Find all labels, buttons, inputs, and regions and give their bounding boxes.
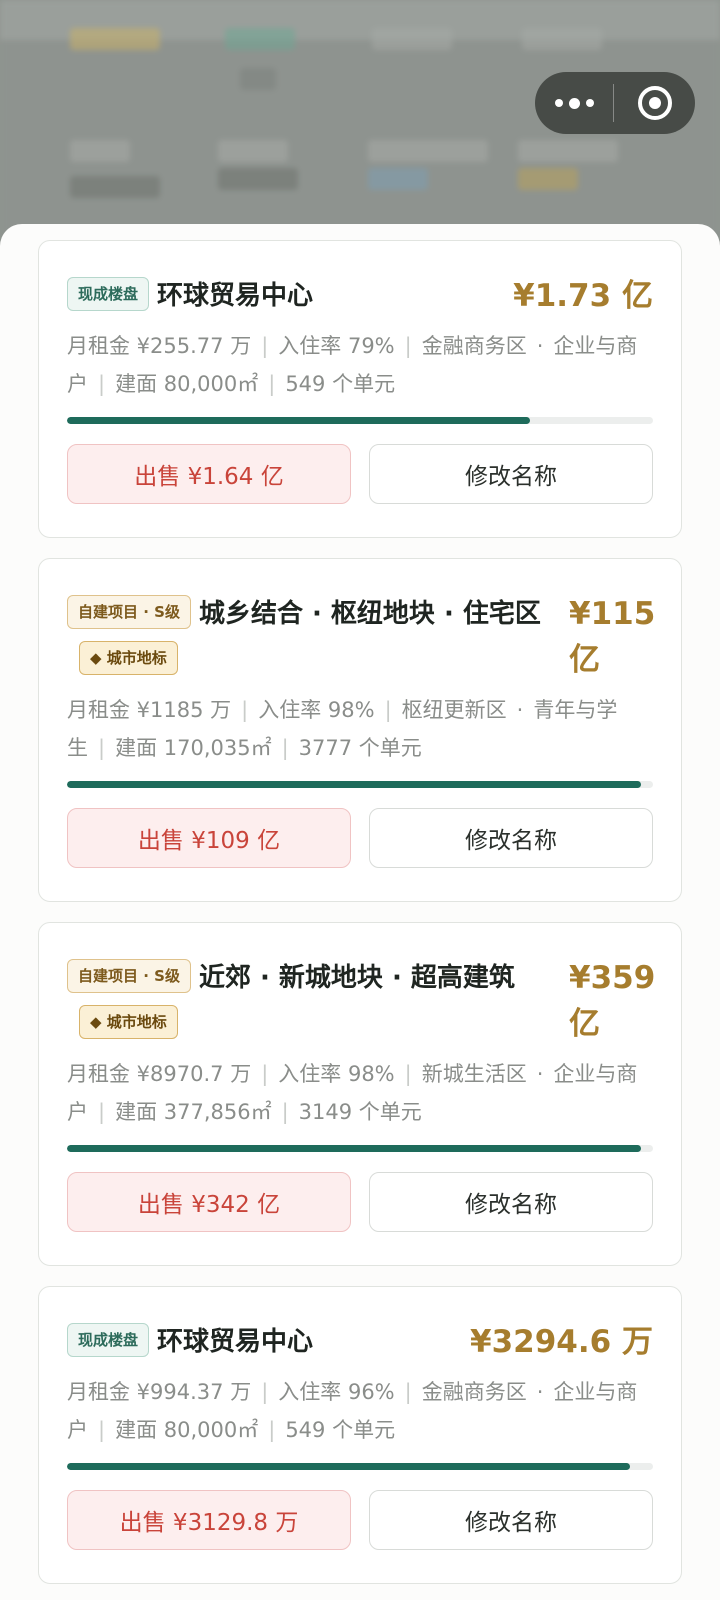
property-name: 近郊 · 新城地块 · 超高建筑 bbox=[198, 963, 515, 993]
unit-count: 549 个单元 bbox=[285, 372, 396, 396]
background-chip bbox=[70, 28, 160, 50]
property-value: ¥1.73 亿 bbox=[513, 278, 653, 314]
rename-button[interactable]: 修改名称 bbox=[369, 1172, 653, 1232]
background-chip bbox=[70, 140, 130, 162]
occupancy-progress-fill bbox=[67, 1145, 642, 1152]
background-chip bbox=[368, 140, 488, 162]
property-type-tag: 现成楼盘 bbox=[67, 1322, 150, 1357]
target-circle-icon bbox=[637, 86, 672, 120]
background-chip bbox=[70, 176, 160, 198]
property-title: 现成楼盘 环球贸易中心 bbox=[67, 1319, 452, 1365]
property-meta: 月租金 ¥255.77 万 | 入住率 79% | 金融商务区 · 企业与商户 | 建面 80,… bbox=[67, 334, 638, 396]
landmark-badge: ◆ 城市地标 bbox=[79, 640, 178, 675]
occupancy-progress-fill bbox=[67, 1463, 630, 1470]
rename-button[interactable]: 修改名称 bbox=[369, 444, 653, 504]
floor-area: 建面 80,000㎡ bbox=[115, 1418, 259, 1442]
occupancy-progress-fill bbox=[67, 417, 530, 424]
property-list: 现成楼盘 环球贸易中心 ¥1.73 亿 月租金 ¥255.77 万 | 入住率 79%… bbox=[38, 240, 682, 1600]
rename-button[interactable]: 修改名称 bbox=[369, 808, 653, 868]
background-chip bbox=[372, 28, 452, 50]
sell-button[interactable]: 出售 ¥109 亿 bbox=[67, 808, 351, 868]
property-value: ¥3294.6 万 bbox=[470, 1324, 653, 1360]
district: 金融商务区 bbox=[421, 334, 527, 358]
property-type-tag: 现成楼盘 bbox=[67, 276, 150, 311]
floor-area: 建面 377,856㎡ bbox=[115, 1100, 272, 1124]
property-meta: 月租金 ¥994.37 万 | 入住率 96% | 金融商务区 · 企业与商户 | 建面 80,… bbox=[67, 1380, 638, 1442]
monthly-rent: 月租金 ¥8970.7 万 bbox=[67, 1062, 252, 1086]
property-card: 现成楼盘 环球贸易中心 ¥1.73 亿 月租金 ¥255.77 万 | 入住率 79%… bbox=[38, 240, 682, 538]
background-chip bbox=[218, 168, 298, 190]
occupancy-rate: 入住率 96% bbox=[278, 1380, 395, 1404]
background-chip bbox=[225, 28, 295, 50]
sell-button[interactable]: 出售 ¥342 亿 bbox=[67, 1172, 351, 1232]
background-chip bbox=[218, 140, 288, 162]
property-type-tag: 自建项目 · S级 bbox=[67, 958, 191, 993]
background-chip bbox=[522, 28, 602, 50]
rename-button[interactable]: 修改名称 bbox=[369, 1490, 653, 1550]
unit-count: 3777 个单元 bbox=[298, 736, 422, 760]
property-sheet: 现成楼盘 环球贸易中心 ¥1.73 亿 月租金 ¥255.77 万 | 入住率 79%… bbox=[0, 224, 720, 1600]
property-value: ¥115 亿 bbox=[569, 596, 656, 678]
background-chip bbox=[518, 140, 618, 162]
district: 金融商务区 bbox=[421, 1380, 527, 1404]
property-value: ¥359 亿 bbox=[569, 960, 656, 1042]
miniprogram-capsule bbox=[535, 72, 695, 134]
monthly-rent: 月租金 ¥994.37 万 bbox=[67, 1380, 252, 1404]
district: 枢纽更新区 bbox=[401, 698, 507, 722]
floor-area: 建面 170,035㎡ bbox=[115, 736, 272, 760]
background-chip bbox=[518, 168, 578, 190]
unit-count: 3149 个单元 bbox=[298, 1100, 422, 1124]
property-title: 自建项目 · S级 近郊 · 新城地块 · 超高建筑 ◆ 城市地标 bbox=[67, 955, 569, 1047]
district: 新城生活区 bbox=[421, 1062, 527, 1086]
more-dots-icon[interactable] bbox=[535, 72, 613, 134]
property-card: 自建项目 · S级 近郊 · 新城地块 · 超高建筑 ◆ 城市地标 ¥359 亿 月… bbox=[38, 922, 682, 1266]
occupancy-rate: 入住率 98% bbox=[258, 698, 375, 722]
floor-area: 建面 80,000㎡ bbox=[115, 372, 259, 396]
property-meta: 月租金 ¥8970.7 万 | 入住率 98% | 新城生活区 · 企业与商户 | 建面 377… bbox=[67, 1062, 638, 1124]
occupancy-rate: 入住率 79% bbox=[278, 334, 395, 358]
property-card: 自建项目 · S级 城乡结合 · 枢纽地块 · 住宅区◆ 城市地标 ¥115 亿 … bbox=[38, 558, 682, 902]
occupancy-progress-bar bbox=[67, 781, 653, 788]
property-type-tag: 自建项目 · S级 bbox=[67, 594, 191, 629]
background-chip bbox=[368, 168, 428, 190]
occupancy-progress-bar bbox=[67, 1463, 653, 1470]
occupancy-progress-fill bbox=[67, 781, 642, 788]
capsule-close-button[interactable] bbox=[614, 86, 695, 120]
sell-button[interactable]: 出售 ¥3129.8 万 bbox=[67, 1490, 351, 1550]
occupancy-rate: 入住率 98% bbox=[278, 1062, 395, 1086]
property-name: 城乡结合 · 枢纽地块 · 住宅区 bbox=[198, 599, 541, 629]
monthly-rent: 月租金 ¥255.77 万 bbox=[67, 334, 252, 358]
property-card: 现成楼盘 环球贸易中心 ¥3294.6 万 月租金 ¥994.37 万 | 入住率 9… bbox=[38, 1286, 682, 1584]
monthly-rent: 月租金 ¥1185 万 bbox=[67, 698, 232, 722]
landmark-badge: ◆ 城市地标 bbox=[79, 1004, 178, 1039]
occupancy-progress-bar bbox=[67, 1145, 653, 1152]
unit-count: 549 个单元 bbox=[285, 1418, 396, 1442]
property-title: 现成楼盘 环球贸易中心 bbox=[67, 273, 495, 319]
property-name: 环球贸易中心 bbox=[157, 1327, 314, 1357]
property-name: 环球贸易中心 bbox=[157, 281, 314, 311]
sell-button[interactable]: 出售 ¥1.64 亿 bbox=[67, 444, 351, 504]
occupancy-progress-bar bbox=[67, 417, 653, 424]
property-title: 自建项目 · S级 城乡结合 · 枢纽地块 · 住宅区 ◆ 城市地标 bbox=[67, 591, 569, 683]
background-chip bbox=[240, 68, 276, 90]
property-meta: 月租金 ¥1185 万 | 入住率 98% | 枢纽更新区 · 青年与学生 | 建面 170,0… bbox=[67, 698, 618, 760]
